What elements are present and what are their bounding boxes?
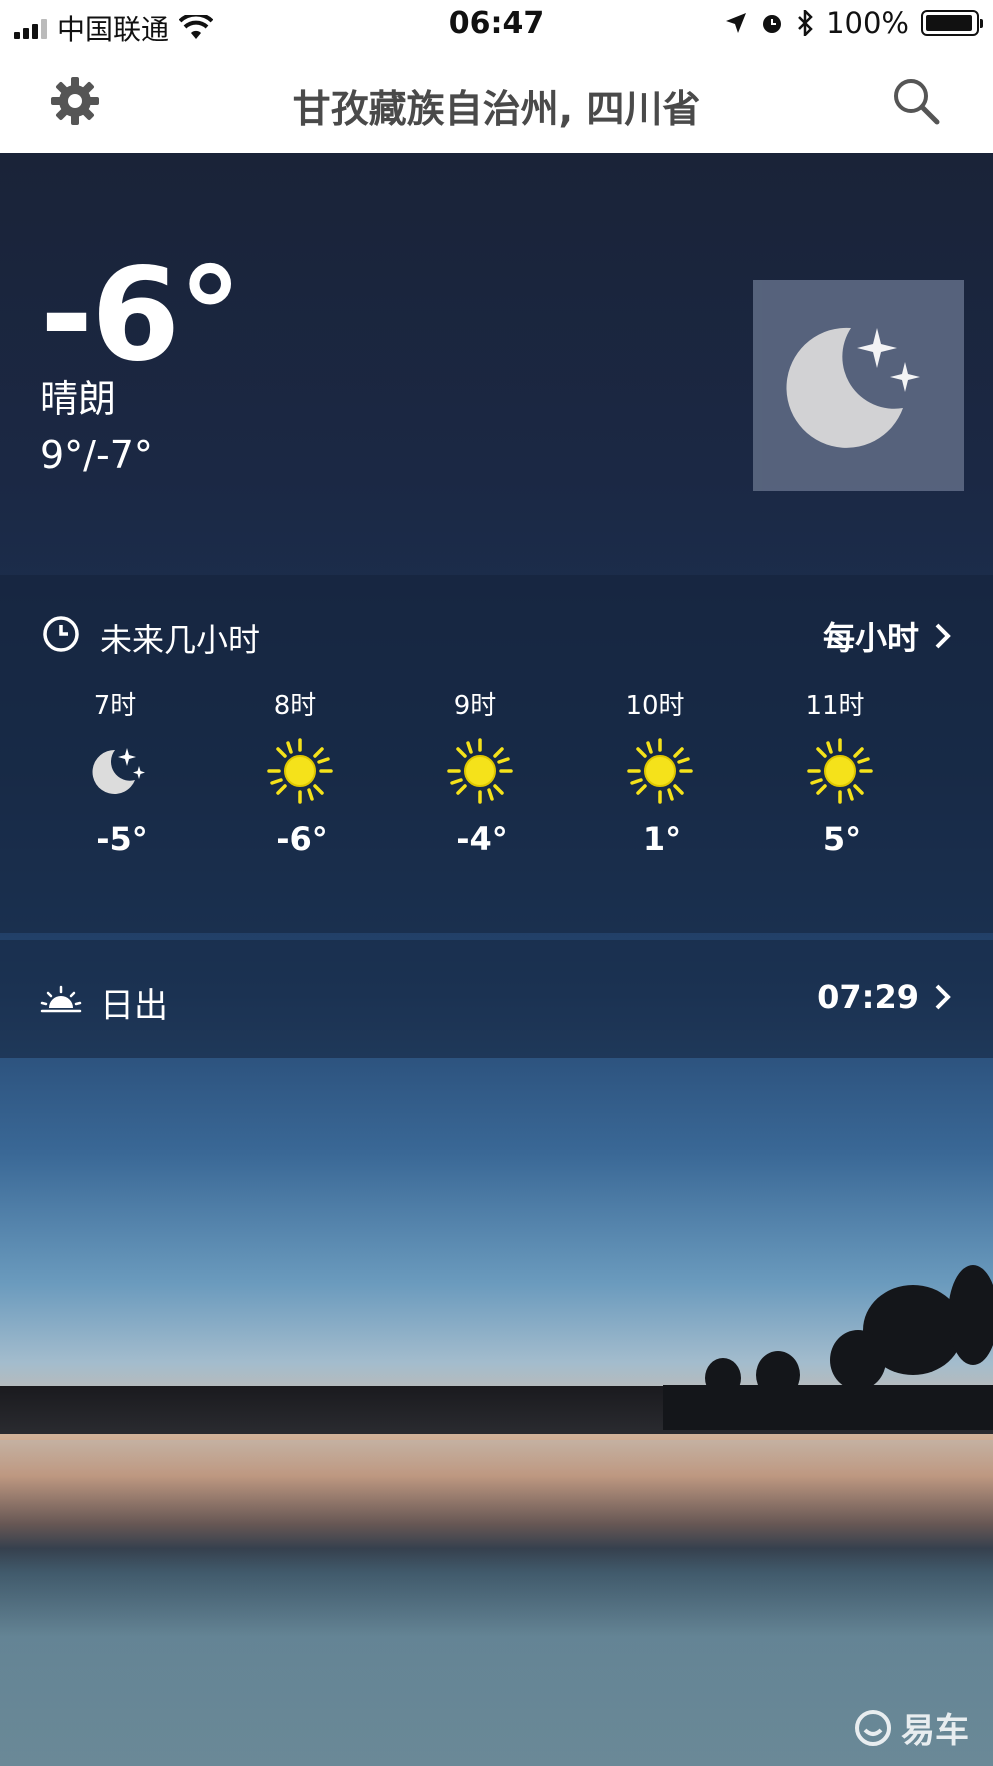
hourly-more-link[interactable]: 每小时 — [823, 613, 953, 659]
hour-item: 9时 -4° — [400, 685, 580, 858]
sun-icon — [447, 738, 513, 804]
hourly-more-label: 每小时 — [822, 619, 919, 657]
hour-time: 7时 — [93, 691, 137, 721]
watermark-logo: 易车 — [853, 1703, 969, 1752]
hour-item: 11时 5° — [760, 685, 940, 858]
sun-icon — [627, 738, 693, 804]
sun-icon — [807, 738, 873, 804]
current-temperature: -6° — [40, 241, 242, 390]
location-title[interactable]: 甘孜藏族自治州, 四川省 — [120, 78, 873, 133]
moon-stars-icon — [92, 748, 145, 794]
yiche-logo-icon — [855, 1709, 891, 1746]
chevron-right-icon — [935, 623, 951, 649]
hour-time: 8时 — [273, 691, 317, 721]
hour-temp: -5° — [96, 820, 148, 858]
sunrise-time: 07:29 — [817, 978, 919, 1016]
sun-icon — [267, 738, 333, 804]
hour-time: 11时 — [805, 691, 865, 721]
battery-percent: 100% — [826, 6, 909, 40]
chevron-right-icon — [935, 984, 951, 1010]
app-header: 甘孜藏族自治州, 四川省 — [0, 52, 993, 153]
moon-stars-icon — [786, 327, 920, 448]
location-arrow-icon — [726, 13, 747, 33]
sunrise-time-group: 07:29 — [817, 978, 953, 1016]
lake-water — [0, 1440, 993, 1766]
hourly-title: 未来几小时 — [100, 621, 261, 659]
hourly-list: 7时 -5° 8时 -6° 9时 -4° 10时 1° 11时 5° — [40, 685, 940, 858]
settings-gear-icon[interactable] — [48, 74, 102, 128]
bluetooth-icon — [798, 10, 813, 36]
hour-time: 10时 — [625, 691, 685, 721]
battery-icon — [921, 10, 983, 36]
temperature-range: 9°/-7° — [40, 433, 153, 477]
tree-silhouettes — [663, 1265, 993, 1430]
status-right: 100% — [724, 6, 983, 40]
search-icon[interactable] — [891, 76, 941, 126]
hour-item: 10时 1° — [580, 685, 760, 858]
hour-temp: 1° — [642, 820, 682, 858]
hourly-forecast-panel: 未来几小时 每小时 7时 -5° 8时 -6° 9时 -4° 10时 1° 11… — [0, 575, 993, 933]
watermark-text: 易车 — [901, 1711, 969, 1751]
hour-temp: -6° — [276, 820, 328, 858]
hour-time: 9时 — [453, 691, 497, 721]
sunrise-label: 日出 — [100, 986, 168, 1026]
sunrise-row[interactable]: 日出 07:29 — [0, 940, 993, 1058]
sunrise-icon — [40, 985, 82, 1013]
weather-screen: 中国联通 06:47 100% 甘孜藏族自治州, 四川省 -6° 晴朗 9°/-… — [0, 0, 993, 1766]
hour-temp: -4° — [456, 820, 508, 858]
hour-item: 8时 -6° — [220, 685, 400, 858]
status-bar: 中国联通 06:47 100% — [0, 0, 993, 52]
hour-item: 7时 -5° — [40, 685, 220, 858]
clock-icon — [43, 616, 79, 652]
alarm-icon — [763, 15, 782, 33]
hour-temp: 5° — [822, 820, 862, 858]
current-weather-icon-tile — [753, 280, 964, 491]
current-condition: 晴朗 — [40, 377, 117, 421]
